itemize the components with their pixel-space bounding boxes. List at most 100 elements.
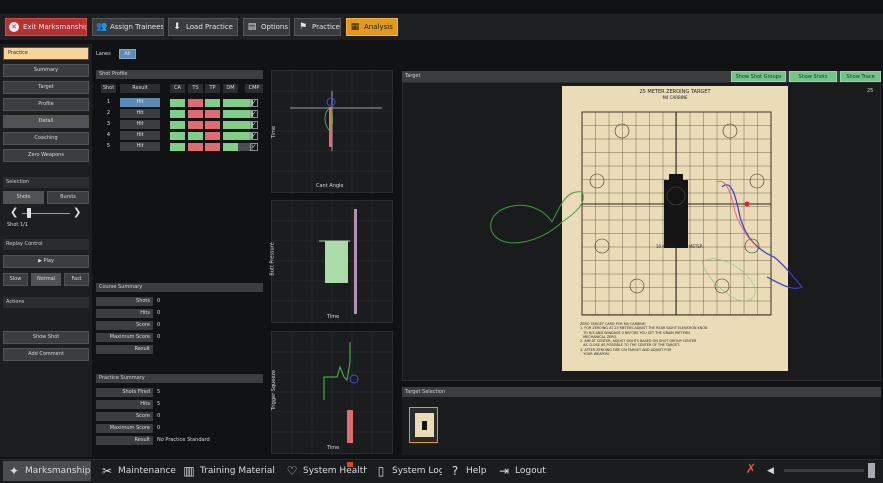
shot-result[interactable]: Hit — [120, 120, 160, 129]
weapon-disconnected-icon[interactable]: ✗ — [743, 462, 759, 478]
trigger-trace-blue — [349, 374, 359, 384]
shot-number[interactable]: 4 — [101, 131, 116, 140]
bursts-toggle[interactable]: Bursts — [47, 191, 89, 204]
shot-number[interactable]: 3 — [101, 120, 116, 129]
sidebar-item-summary[interactable]: Summary — [3, 64, 89, 77]
summary-row: Shots 0 — [96, 297, 263, 306]
shot-profile-cell — [170, 131, 185, 140]
shot-profile-cell — [223, 142, 238, 151]
summary-key: Maximum Score — [96, 333, 153, 342]
app-window: { "toolbar": { "exit_label": "Exit Marks… — [0, 0, 883, 483]
heart-icon: ♡ — [286, 464, 298, 478]
shots-toggle[interactable]: Shots — [3, 191, 44, 204]
nav-logout-label: Logout — [515, 466, 546, 476]
tab-practice[interactable]: Practice — [3, 47, 89, 60]
shot-profile-cell — [170, 120, 185, 129]
shot-number[interactable]: 1 — [101, 98, 116, 107]
health-alert-badge — [347, 462, 353, 467]
summary-value: 0 — [157, 298, 161, 304]
summary-key: Result — [96, 345, 153, 354]
summary-value: No Practice Standard — [157, 437, 210, 443]
cant-xlabel: Cant Angle — [316, 183, 344, 189]
shot-profile-cell — [188, 98, 203, 107]
shot-slider-handle[interactable] — [27, 208, 31, 218]
shot-result[interactable]: Hit — [120, 142, 160, 151]
shot-profile-header-ca: CA — [170, 84, 185, 93]
nav-help-label: Help — [466, 466, 487, 476]
close-circle-icon: ✕ — [9, 22, 19, 32]
cant-ylabel: Time — [271, 125, 278, 139]
options-button[interactable]: ▤ Options — [243, 18, 290, 36]
load-practice-button[interactable]: ⬇ Load Practice — [168, 18, 238, 36]
prev-shot-icon[interactable]: ❮ — [10, 208, 20, 218]
trace-shotgroup-path — [701, 258, 756, 302]
analysis-button[interactable]: ▦ Analysis — [346, 18, 398, 36]
nav-maintenance[interactable]: ✂ Maintenance — [96, 461, 176, 481]
shot-profile-header-cmp: CMP — [245, 84, 263, 93]
assign-label: Assign Trainees — [110, 23, 164, 31]
shot-profile-header-ts: TS — [188, 84, 203, 93]
shot-profile-cell — [205, 109, 220, 118]
practice-button[interactable]: ⚑ Practice — [294, 18, 341, 36]
play-button[interactable]: ▶ Play — [3, 255, 89, 268]
show-shot-button[interactable]: Show Shot — [3, 331, 89, 344]
nav-help[interactable]: ? Help — [444, 461, 490, 481]
show-shot-groups-button[interactable]: Show Shot Groups — [731, 71, 786, 82]
shot-profile-cell — [188, 109, 203, 118]
shot-result[interactable]: Hit — [120, 98, 160, 107]
add-comment-button[interactable]: Add Comment — [3, 348, 89, 361]
shot-number[interactable]: 2 — [101, 109, 116, 118]
summary-row: Hits 0 — [96, 309, 263, 318]
lanes-label: Lanes — [96, 51, 111, 57]
speed-normal-button[interactable]: Normal — [31, 273, 61, 286]
nav-system-log[interactable]: ▯ System Log — [370, 461, 442, 481]
show-trace-button[interactable]: Show Trace — [840, 71, 881, 82]
volume-slider-handle[interactable] — [868, 463, 875, 478]
summary-row: Score 0 — [96, 412, 263, 421]
target-selection-title: Target Selection — [402, 387, 881, 397]
speed-slow-button[interactable]: Slow — [3, 273, 28, 286]
shot-profile-header-tp: TP — [205, 84, 220, 93]
sidebar-item-zero-weapons[interactable]: Zero Weapons — [3, 149, 89, 162]
volume-icon[interactable]: ◀ — [767, 465, 779, 477]
target-thumbnail[interactable] — [409, 407, 438, 443]
lanes-select[interactable]: All — [119, 49, 136, 59]
cmp-checkbox[interactable]: ✓ — [250, 109, 258, 118]
shot-profile-cell — [205, 142, 220, 151]
trace-blue-path — [721, 184, 804, 289]
next-shot-icon[interactable]: ❯ — [73, 208, 83, 218]
butt-pressure-band — [325, 241, 348, 283]
summary-value — [157, 345, 261, 354]
summary-value: 0 — [157, 425, 161, 431]
butt-xlabel: Time — [327, 314, 340, 320]
sidebar-item-coaching[interactable]: Coaching — [3, 132, 89, 145]
sidebar-item-target[interactable]: Target — [3, 81, 89, 94]
butt-pressure-plot — [272, 201, 394, 324]
nav-logout[interactable]: ⇥ Logout — [493, 461, 547, 481]
options-icon: ▤ — [247, 22, 257, 32]
logout-icon: ⇥ — [498, 464, 510, 478]
cmp-checkbox[interactable]: ✓ — [250, 98, 258, 107]
trigger-squeeze-plot — [272, 332, 394, 455]
shot-profile-cell — [223, 131, 238, 140]
nav-marksmanship[interactable]: ✦ Marksmanship — [3, 461, 91, 481]
cmp-checkbox[interactable]: ✓ — [250, 142, 258, 151]
volume-slider-track[interactable] — [784, 469, 864, 472]
shot-result[interactable]: Hit — [120, 109, 160, 118]
sidebar-item-detail[interactable]: Detail — [3, 115, 89, 128]
sidebar-item-profile[interactable]: Profile — [3, 98, 89, 111]
speed-fast-button[interactable]: Fast — [64, 273, 89, 286]
summary-row: Result — [96, 345, 263, 354]
cmp-checkbox[interactable]: ✓ — [250, 120, 258, 129]
nav-training-material[interactable]: ▥ Training Material — [178, 461, 276, 481]
assign-trainees-button[interactable]: 👥 Assign Trainees — [92, 18, 164, 36]
nav-system-health[interactable]: ♡ System Health — [281, 461, 367, 481]
cmp-checkbox[interactable]: ✓ — [250, 131, 258, 140]
nav-marksmanship-label: Marksmanship — [25, 466, 91, 476]
options-label: Options — [261, 23, 289, 31]
shot-result[interactable]: Hit — [120, 131, 160, 140]
shot-number[interactable]: 5 — [101, 142, 116, 151]
exit-marksmanship-button[interactable]: ✕ Exit Marksmanship — [5, 18, 87, 36]
trigger-red-bar — [347, 410, 353, 443]
show-shots-button[interactable]: Show Shots — [789, 71, 837, 82]
